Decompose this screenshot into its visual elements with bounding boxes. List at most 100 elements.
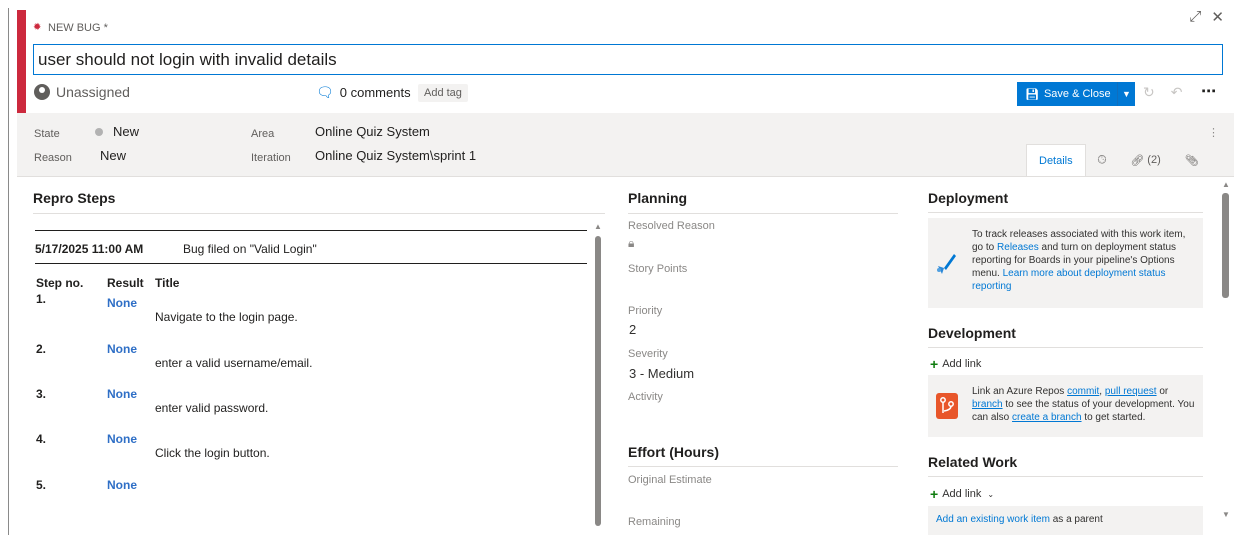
tab-details[interactable]: Details xyxy=(1026,144,1086,176)
reason-field[interactable]: New xyxy=(100,148,126,163)
tab-history[interactable]: 🕒︎ xyxy=(1086,144,1119,176)
assigned-to-label: Unassigned xyxy=(56,84,130,100)
related-add-link-label: Add link xyxy=(942,488,982,500)
create-branch-link[interactable]: create a branch xyxy=(1012,412,1082,423)
bug-color-bar xyxy=(17,10,26,113)
window-controls: ⤢ ✕ xyxy=(1189,8,1224,26)
close-icon[interactable]: ✕ xyxy=(1211,8,1224,26)
save-close-label: Save & Close xyxy=(1043,88,1111,100)
step-result: None xyxy=(107,387,137,401)
reason-label: Reason xyxy=(34,152,72,164)
deployment-info-box: To track releases associated with this w… xyxy=(928,218,1203,308)
comments-count: 0 comments xyxy=(339,85,411,100)
original-estimate-label: Original Estimate xyxy=(628,474,712,486)
step-title: enter valid password. xyxy=(155,401,269,415)
severity-field[interactable]: 3 - Medium xyxy=(629,366,694,381)
releases-link[interactable]: Releases xyxy=(997,242,1039,253)
main-scroll-down-icon[interactable]: ▼ xyxy=(1222,510,1230,519)
state-value: New xyxy=(113,124,140,139)
development-add-link-label: Add link xyxy=(942,358,982,370)
related-text: as a parent xyxy=(1049,514,1103,525)
main-scrollbar[interactable] xyxy=(1222,193,1229,298)
attachment-icon: 📎︎ xyxy=(1184,154,1199,167)
development-info-box: Link an Azure Repos commit, pull request… xyxy=(928,375,1203,437)
form-tabs: Details 🕒︎ 🔗︎ (2) 📎︎ xyxy=(1026,144,1211,176)
effort-title: Effort (Hours) xyxy=(628,444,719,460)
title-input[interactable]: user should not login with invalid detai… xyxy=(33,44,1223,75)
history-icon: 🕒︎ xyxy=(1097,153,1107,166)
refresh-icon[interactable]: ↻ xyxy=(1143,84,1155,101)
chevron-down-icon: ▼ xyxy=(1122,89,1131,99)
column-header-result: Result xyxy=(107,276,144,290)
step-title: Click the login button. xyxy=(155,446,270,460)
step-number: 5. xyxy=(36,478,47,492)
assigned-to-field[interactable]: Unassigned xyxy=(34,84,130,100)
left-border xyxy=(8,8,9,535)
repos-icon xyxy=(936,393,958,419)
area-label: Area xyxy=(251,128,275,140)
state-label: State xyxy=(34,128,60,140)
branch-link[interactable]: branch xyxy=(972,399,1003,410)
history-text: Bug filed on "Valid Login" xyxy=(183,242,317,256)
step-title: Navigate to the login page. xyxy=(155,310,298,324)
deployment-info-text: To track releases associated with this w… xyxy=(972,228,1198,293)
related-info-box: Add an existing work item as a parent xyxy=(928,506,1203,535)
repro-steps-title: Repro Steps xyxy=(33,190,116,206)
related-divider xyxy=(928,476,1203,477)
fields-menu-icon[interactable]: ⋮ xyxy=(1208,126,1219,139)
save-icon: 💾︎ xyxy=(1025,88,1039,101)
development-add-link[interactable]: + Add link xyxy=(930,356,981,372)
related-add-link[interactable]: + Add link ⌄ xyxy=(930,486,994,502)
column-header-title: Title xyxy=(155,276,180,290)
repro-steps-editor[interactable]: 5/17/2025 11:00 AM Bug filed on "Valid L… xyxy=(33,226,587,526)
work-item-type: ✹ NEW BUG * xyxy=(33,22,108,34)
scroll-up-icon[interactable]: ▲ xyxy=(594,222,602,231)
development-text-1: Link an Azure Repos xyxy=(972,386,1068,397)
priority-field[interactable]: 2 xyxy=(629,322,636,337)
step-number: 3. xyxy=(36,387,47,401)
development-or: or xyxy=(1156,386,1169,397)
step-result: None xyxy=(107,432,137,446)
add-tag-button[interactable]: Add tag xyxy=(418,84,468,102)
deployment-divider xyxy=(928,212,1203,213)
area-field[interactable]: Online Quiz System xyxy=(315,124,430,139)
step-result: None xyxy=(107,296,137,310)
main-scroll-up-icon[interactable]: ▲ xyxy=(1222,180,1230,189)
column-header-step: Step no. xyxy=(36,276,84,290)
repro-scrollbar[interactable] xyxy=(595,236,601,526)
remaining-label: Remaining xyxy=(628,516,681,528)
repro-divider xyxy=(33,213,605,214)
step-result: None xyxy=(107,478,137,492)
commit-link[interactable]: commit xyxy=(1067,386,1099,397)
step-number: 1. xyxy=(36,292,47,306)
planning-title: Planning xyxy=(628,190,688,206)
save-dropdown-button[interactable]: ▼ xyxy=(1117,82,1135,106)
history-date: 5/17/2025 11:00 AM xyxy=(35,242,144,256)
tab-links[interactable]: 🔗︎ (2) xyxy=(1118,144,1172,176)
state-dot-icon xyxy=(95,128,103,136)
existing-item-link[interactable]: Add an existing work item xyxy=(936,514,1050,525)
work-item-type-label: NEW BUG * xyxy=(48,22,108,34)
activity-label: Activity xyxy=(628,391,663,403)
step-result: None xyxy=(107,342,137,356)
state-field[interactable]: New xyxy=(95,124,139,139)
step-title: enter a valid username/email. xyxy=(155,356,313,370)
development-divider xyxy=(928,347,1203,348)
comment-icon: 🗨︎ xyxy=(316,84,334,100)
development-info-text: Link an Azure Repos commit, pull request… xyxy=(972,385,1198,424)
more-actions-button[interactable]: ⋯ xyxy=(1201,82,1216,100)
step-number: 4. xyxy=(36,432,47,446)
tab-attachments[interactable]: 📎︎ xyxy=(1173,144,1211,176)
lock-icon: 🔒︎ xyxy=(628,236,635,250)
expand-icon[interactable]: ⤢ xyxy=(1189,8,1201,26)
story-points-label: Story Points xyxy=(628,263,688,275)
pull-request-link[interactable]: pull request xyxy=(1105,386,1157,397)
comments-link[interactable]: 🗨︎ 0 comments xyxy=(316,84,411,101)
iteration-label: Iteration xyxy=(251,152,291,164)
undo-icon[interactable]: ↶ xyxy=(1171,84,1183,101)
iteration-field[interactable]: Online Quiz System\sprint 1 xyxy=(315,148,476,163)
save-close-button[interactable]: 💾︎ Save & Close xyxy=(1017,82,1117,106)
toolbar-icons: ↻ ↶ xyxy=(1143,84,1182,101)
links-count: (2) xyxy=(1147,154,1161,166)
step-number: 2. xyxy=(36,342,47,356)
